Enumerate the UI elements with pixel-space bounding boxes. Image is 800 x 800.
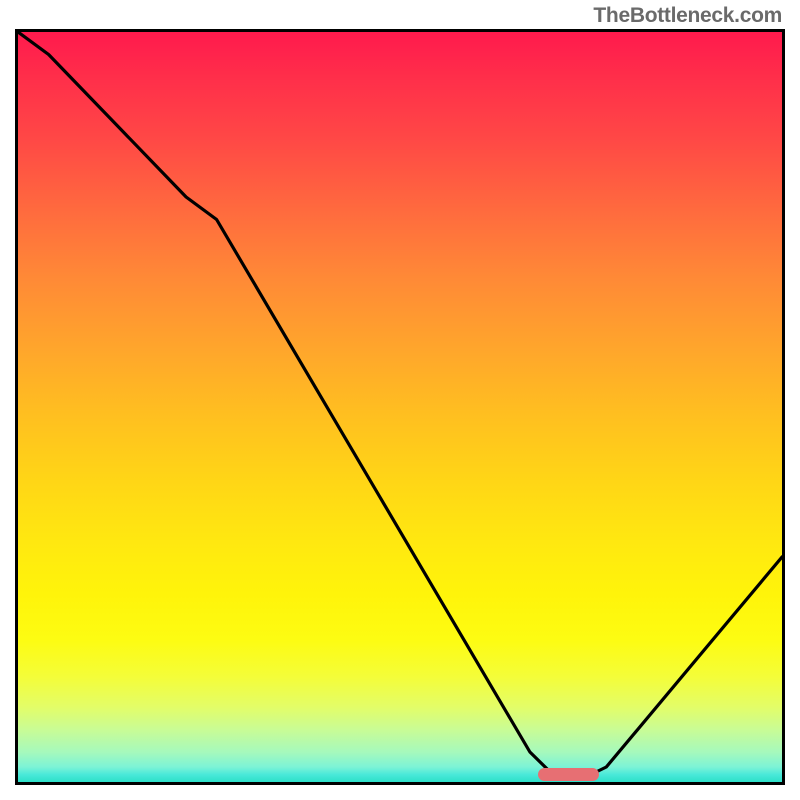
chart-curve: [18, 32, 782, 782]
watermark-text: TheBottleneck.com: [593, 4, 782, 28]
plot-area: [15, 29, 785, 785]
optimum-marker: [538, 768, 599, 781]
